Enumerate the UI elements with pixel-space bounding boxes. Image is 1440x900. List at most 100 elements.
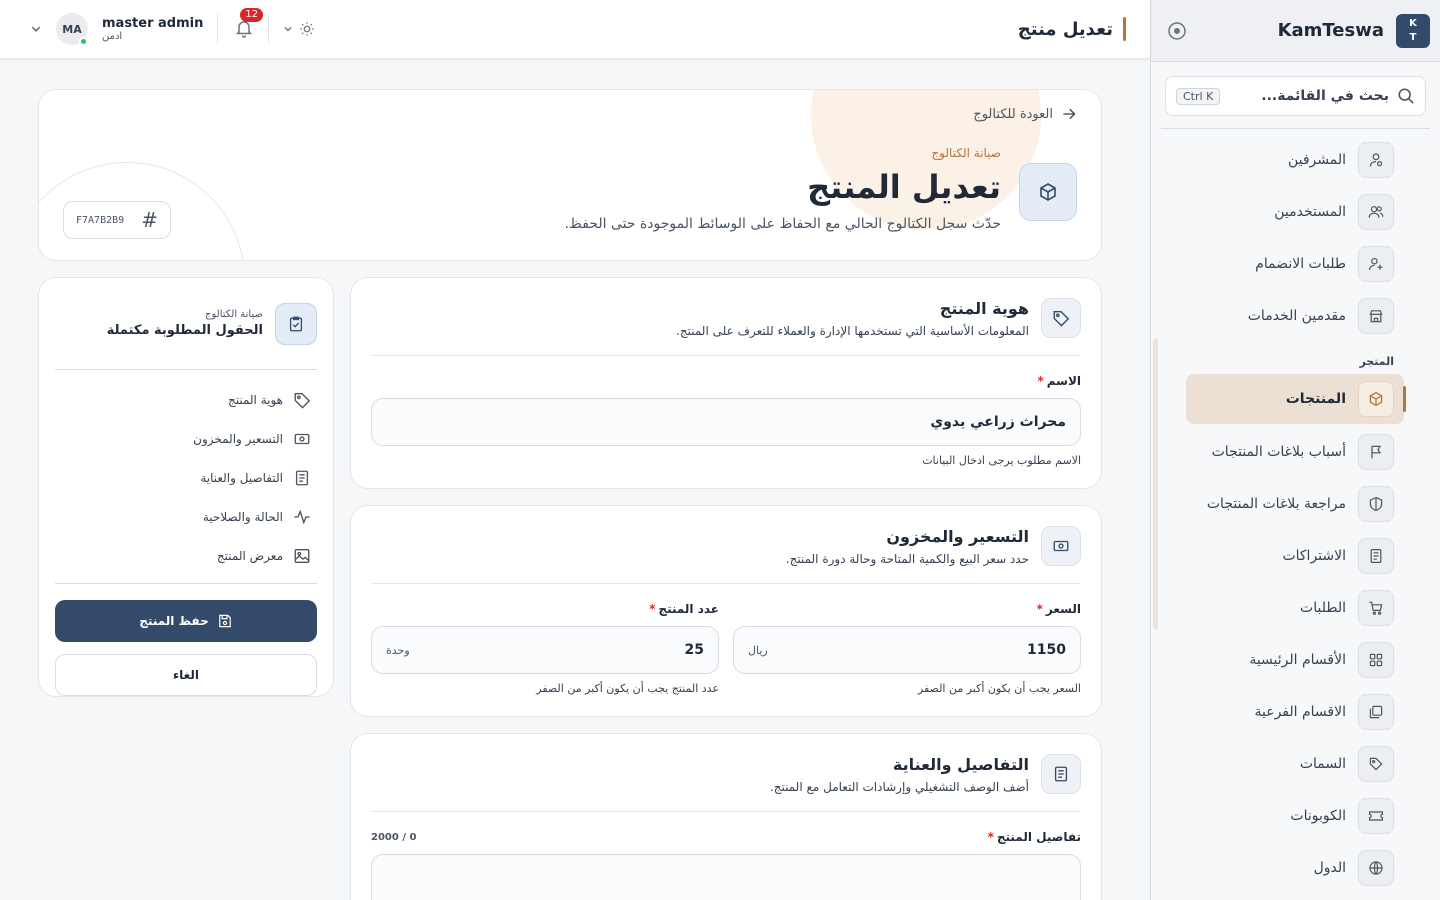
sidebar-item-admins[interactable]: المشرفين xyxy=(1150,134,1440,186)
sidebar-item-users[interactable]: المستخدمين xyxy=(1150,186,1440,238)
sidebar-item-report-reasons[interactable]: أسباب بلاغات المنتجات xyxy=(1150,426,1440,478)
layers-icon xyxy=(1358,694,1394,730)
quantity-hint: عدد المنتج يجب أن يكون أكبر من الصفر xyxy=(536,682,719,695)
flag-icon xyxy=(1358,434,1394,470)
card-description: المعلومات الأساسية التي تستخدمها الإدارة… xyxy=(676,324,1029,338)
activity-icon xyxy=(293,508,311,526)
receipt-icon xyxy=(1358,538,1394,574)
join-requests-icon xyxy=(1358,246,1394,282)
card-title: هوية المنتج xyxy=(939,299,1029,318)
hero-card: العودة للكتالوج صيانة الكتالوج تعديل الم… xyxy=(38,89,1102,261)
char-counter: 2000 / 0 xyxy=(371,831,417,843)
price-input[interactable]: 1150 ريال xyxy=(733,626,1081,674)
hash-icon: # xyxy=(141,208,158,232)
user-info[interactable]: master admin ادمن xyxy=(102,16,203,42)
sidebar-item-countries[interactable]: الدول xyxy=(1150,842,1440,894)
section-link-gallery[interactable]: معرض المنتج xyxy=(55,536,311,575)
money-icon xyxy=(1041,526,1081,566)
logo-badge: K T xyxy=(1396,13,1430,48)
card-description: حدد سعر البيع والكمية المتاحة وحالة دورة… xyxy=(785,552,1029,566)
panel-eyebrow: صيانة الكتالوج xyxy=(205,309,263,320)
sidebar-header: K T KamTeswa xyxy=(1151,0,1440,62)
cancel-button[interactable]: الغاء xyxy=(55,654,317,696)
user-menu-chevron-icon[interactable] xyxy=(30,23,42,35)
details-field-group: تفاصيل المنتج* 2000 / 0 xyxy=(371,812,1081,900)
user-role: ادمن xyxy=(102,31,123,42)
price-hint: السعر يجب أن يكون أكبر من الصفر xyxy=(917,682,1081,695)
name-label: الاسم* xyxy=(1037,374,1081,388)
details-textarea[interactable] xyxy=(371,854,1081,900)
hero-eyebrow: صيانة الكتالوج xyxy=(931,146,1001,160)
online-status-dot xyxy=(79,37,88,46)
sidebar-item-sub-categories[interactable]: الاقسام الفرعية xyxy=(1150,686,1440,738)
sidebar-item-orders[interactable]: الطلبات xyxy=(1150,582,1440,634)
cart-icon xyxy=(1358,590,1394,626)
section-link-identity[interactable]: هوية المنتج xyxy=(55,380,311,419)
required-mark: * xyxy=(1036,602,1043,616)
document-icon xyxy=(1041,754,1081,794)
top-bar-separator xyxy=(268,14,270,44)
hero-subtitle: حدّث سجل الكتالوج الحالي مع الحفاظ على ا… xyxy=(564,216,1001,232)
ticket-icon xyxy=(1358,798,1394,834)
quantity-label: عدد المنتج* xyxy=(649,602,719,616)
box-icon xyxy=(1358,381,1394,417)
notifications-badge: 12 xyxy=(240,8,264,22)
sidebar-item-products[interactable]: المنتجات xyxy=(1186,374,1406,424)
back-to-catalog-link[interactable]: العودة للكتالوج xyxy=(973,106,1077,122)
price-field-group: السعر* 1150 ريال السعر يجب أن يكون أكبر … xyxy=(733,602,1081,695)
sidebar-item-attributes[interactable]: السمات xyxy=(1150,738,1440,790)
section-link-details[interactable]: التفاصيل والعناية xyxy=(55,458,311,497)
notifications-button[interactable]: 12 xyxy=(232,8,264,40)
quantity-unit: وحدة xyxy=(386,643,410,657)
sidebar-section-store: المتجر xyxy=(1359,355,1394,368)
arrow-right-icon xyxy=(1061,106,1077,122)
section-link-pricing[interactable]: التسعير والمخزون xyxy=(55,419,311,458)
required-mark: * xyxy=(987,830,994,844)
sidebar-item-coupons[interactable]: الكوبونات xyxy=(1150,790,1440,842)
sidebar-divider xyxy=(1161,128,1430,129)
sidebar-item-service-providers[interactable]: مقدمين الخدمات xyxy=(1150,290,1440,342)
name-hint: الاسم مطلوب يرجى ادخال البيانات xyxy=(922,454,1081,467)
hero-title: تعديل المنتج xyxy=(807,168,1001,206)
tags-icon xyxy=(1358,746,1394,782)
users-icon xyxy=(1358,194,1394,230)
card-header: هوية المنتج المعلومات الأساسية التي تستخ… xyxy=(371,278,1081,356)
tag-icon xyxy=(293,391,311,409)
top-bar: تعديل منتج 12 master admin ادمن MA xyxy=(0,0,1150,59)
save-icon xyxy=(217,613,233,629)
price-unit: ريال xyxy=(748,643,768,657)
sidebar-search[interactable]: بحث في القائمة... Ctrl K xyxy=(1165,76,1426,116)
chevron-down-icon xyxy=(283,24,293,34)
quantity-input[interactable]: 25 وحدة xyxy=(371,626,719,674)
box-icon xyxy=(1019,163,1077,221)
globe-icon xyxy=(1358,850,1394,886)
sun-icon xyxy=(299,21,315,37)
document-icon xyxy=(293,469,311,487)
pricing-stock-card: التسعير والمخزون حدد سعر البيع والكمية ا… xyxy=(350,505,1102,717)
save-product-button[interactable]: حفظ المنتج xyxy=(55,600,317,642)
sidebar-item-subscriptions[interactable]: الاشتراكات xyxy=(1150,530,1440,582)
section-nav: هوية المنتج التسعير والمخزون التفاصيل وا… xyxy=(55,370,317,584)
money-icon xyxy=(293,430,311,448)
page-title: تعديل منتج xyxy=(1018,17,1126,41)
card-header: التسعير والمخزون حدد سعر البيع والكمية ا… xyxy=(371,506,1081,584)
user-name: master admin xyxy=(102,16,204,31)
sidebar-item-report-review[interactable]: مراجعة بلاغات المنتجات xyxy=(1150,478,1440,530)
admins-icon xyxy=(1358,142,1394,178)
name-input[interactable]: محراث زراعي يدوي xyxy=(371,398,1081,446)
collapse-sidebar-icon[interactable] xyxy=(1167,21,1187,41)
sidebar-item-join-requests[interactable]: طلبات الانضمام xyxy=(1150,238,1440,290)
avatar[interactable]: MA xyxy=(56,13,88,46)
required-mark: * xyxy=(649,602,656,616)
name-field-group: الاسم* محراث زراعي يدوي الاسم مطلوب يرجى… xyxy=(371,356,1081,467)
section-link-status[interactable]: الحالة والصلاحية xyxy=(55,497,311,536)
panel-header: صيانة الكتالوج الحقول المطلوبة مكتملة xyxy=(55,294,317,370)
card-title: التفاصيل والعناية xyxy=(892,755,1029,774)
grid-icon xyxy=(1358,642,1394,678)
product-sku: F7A7B2B9 xyxy=(76,214,125,226)
image-icon xyxy=(293,547,311,565)
sidebar-item-main-categories[interactable]: الأقسام الرئيسية xyxy=(1150,634,1440,686)
theme-toggle[interactable] xyxy=(283,21,315,37)
product-sku-chip: F7A7B2B9 # xyxy=(63,201,171,239)
product-identity-card: هوية المنتج المعلومات الأساسية التي تستخ… xyxy=(350,277,1102,489)
